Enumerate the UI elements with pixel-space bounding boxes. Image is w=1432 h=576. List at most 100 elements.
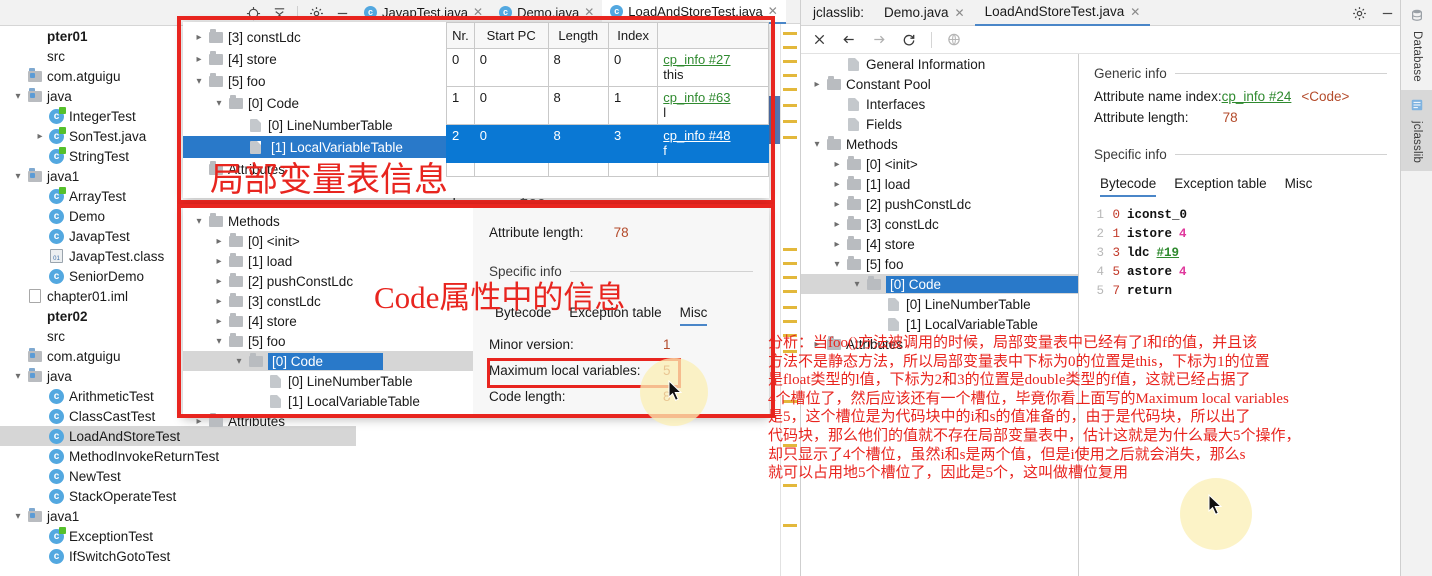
class-icon: c <box>49 189 64 204</box>
tree-expander-icon[interactable]: ▸ <box>829 219 845 230</box>
subtab-bytecode[interactable]: Bytecode <box>1100 176 1156 197</box>
tree-item-label: chapter01.iml <box>47 289 128 304</box>
tree-item-label: LoadAndStoreTest <box>69 429 180 444</box>
tree-expander-icon[interactable]: ▾ <box>829 259 845 270</box>
tree-expander-icon[interactable]: ▸ <box>829 199 845 210</box>
tree-item-label: NewTest <box>69 469 121 484</box>
tree-item--0-init-[interactable]: ▸ [0] <init> <box>801 154 1078 174</box>
tree-item--4-store[interactable]: ▸ [4] store <box>801 234 1078 254</box>
minimize-icon[interactable] <box>1379 5 1395 21</box>
tree-expander-icon[interactable]: ▸ <box>829 159 845 170</box>
tree-item-label: [0] Code <box>886 276 1079 293</box>
attribute-name-index-value: <Code> <box>1301 89 1349 104</box>
folder-icon <box>847 239 861 250</box>
editor-error-stripe[interactable] <box>780 24 800 576</box>
tree-item-methods[interactable]: ▾Methods <box>801 134 1078 154</box>
tree-item-label: StackOperateTest <box>69 489 176 504</box>
tree-item-label: JavapTest <box>69 229 130 244</box>
mouse-cursor <box>668 380 684 402</box>
sidebar-item-java1[interactable]: ▾java1 <box>0 506 356 526</box>
jclasslib-tab-demo-java[interactable]: Demo.java ✕ <box>874 0 975 26</box>
tree-item--3-constldc[interactable]: ▸[3] constLdc <box>801 214 1078 234</box>
attribute-name-index-link[interactable]: cp_info #24 <box>1222 89 1292 104</box>
jclasslib-tab-bar[interactable]: jclasslib: Demo.java✕LoadAndStoreTest.ja… <box>801 0 1401 26</box>
right-tool-window-bar: Database jclasslib <box>1400 0 1432 576</box>
bytecode-cp-ref[interactable]: #19 <box>1157 246 1180 260</box>
package-icon <box>28 351 42 362</box>
tree-item-label: SonTest.java <box>69 129 146 144</box>
tree-item-constant-pool[interactable]: ▸ Constant Pool <box>801 74 1078 94</box>
jclasslib-toolbar[interactable] <box>801 26 1401 54</box>
tree-expander-icon[interactable]: ▸ <box>32 131 48 142</box>
tree-item-label: Constant Pool <box>846 77 931 92</box>
tree-expander-icon[interactable]: ▾ <box>10 371 26 382</box>
tree-item-label: java <box>47 89 72 104</box>
subtab-misc[interactable]: Misc <box>1285 176 1313 197</box>
tree-expander-icon[interactable]: ▸ <box>829 179 845 190</box>
tool-tab-jclasslib[interactable]: jclasslib <box>1401 90 1432 171</box>
jclasslib-tree[interactable]: General Information ▸ Constant Pool Interfa… <box>801 54 1079 576</box>
tree-item-label: pter01 <box>47 29 88 44</box>
specific-info-subtabs[interactable]: Bytecode Exception table Misc <box>1094 176 1387 197</box>
tree-item-label: src <box>47 49 65 64</box>
annotation-line: 却只显示了4个槽位，虽然i和s是两个值，但是i使用之后就会消失，那么s <box>768 446 1432 465</box>
annotation-line: 代码块，那么他们的值就不存在局部变量表中，估计这就是为什么最大5个操作， <box>768 427 1432 446</box>
tree-item-label: pter02 <box>47 309 88 324</box>
generic-info-header: Generic info <box>1094 66 1387 81</box>
subtab-exception-table[interactable]: Exception table <box>1174 176 1266 197</box>
close-icon[interactable] <box>811 32 827 48</box>
tree-item-general-information[interactable]: General Information <box>801 54 1078 74</box>
tree-item--2-pushconstldc[interactable]: ▸[2] pushConstLdc <box>801 194 1078 214</box>
tree-item-label: [4] store <box>866 237 915 252</box>
close-icon[interactable]: ✕ <box>1130 5 1140 19</box>
tree-expander-icon[interactable]: ▾ <box>849 279 865 290</box>
tree-item-label: MethodInvokeReturnTest <box>69 449 219 464</box>
tree-item--1-localvariabletable[interactable]: [1] LocalVariableTable <box>801 314 1078 334</box>
tree-item-fields[interactable]: Fields <box>801 114 1078 134</box>
close-icon[interactable]: ✕ <box>955 6 965 20</box>
toolbar-divider <box>931 32 932 48</box>
tree-item--0-linenumbertable[interactable]: [0] LineNumberTable <box>801 294 1078 314</box>
tree-item-label: SeniorDemo <box>69 269 144 284</box>
tree-expander-icon[interactable]: ▸ <box>809 79 825 90</box>
class-icon: c <box>49 389 64 404</box>
class-icon: c <box>49 429 64 444</box>
class-icon: c <box>49 449 64 464</box>
bytecode-argument: 4 <box>1179 227 1187 241</box>
sidebar-item-methodinvokereturntest[interactable]: c MethodInvokeReturnTest <box>0 446 356 466</box>
tool-tab-database[interactable]: Database <box>1401 0 1432 90</box>
back-arrow-icon[interactable] <box>841 32 857 48</box>
tree-item-label: java1 <box>47 169 79 184</box>
jclasslib-tab-loadandstoretest-java[interactable]: LoadAndStoreTest.java✕ <box>975 0 1151 26</box>
sidebar-item-ifswitchgototest[interactable]: cIfSwitchGotoTest <box>0 546 356 566</box>
sidebar-item-newtest[interactable]: cNewTest <box>0 466 356 486</box>
bytecode-offset: 1 <box>1111 227 1120 241</box>
annotation-line: 是5，这个槽位是为代码块中的i和s的值准备的，由于是代码块，所以出了 <box>768 408 1432 427</box>
tree-expander-icon[interactable]: ▾ <box>10 91 26 102</box>
specific-info-title: Specific info <box>1094 147 1167 162</box>
bytecode-listing[interactable]: 10iconst_021istore433ldc#1945astore457re… <box>1094 205 1387 300</box>
settings-gear-icon[interactable] <box>1351 5 1367 21</box>
tree-expander-icon[interactable]: ▾ <box>809 139 825 150</box>
tree-item--5-foo[interactable]: ▾ [5] foo <box>801 254 1078 274</box>
tree-item-interfaces[interactable]: Interfaces <box>801 94 1078 114</box>
attribute-name-index-row: Attribute name index: cp_info #24 <Code> <box>1094 89 1387 104</box>
sidebar-item-stackoperatetest[interactable]: cStackOperateTest <box>0 486 356 506</box>
reload-icon[interactable] <box>901 32 917 48</box>
tree-expander-icon[interactable]: ▾ <box>10 171 26 182</box>
browse-web-icon[interactable] <box>946 32 962 48</box>
folder-icon <box>847 219 861 230</box>
jclasslib-tab-label: Demo.java <box>884 5 949 20</box>
tree-item-label: [5] foo <box>866 257 904 272</box>
folder-icon <box>847 179 861 190</box>
tree-item-label: [1] load <box>866 177 910 192</box>
tree-item--1-load[interactable]: ▸ [1] load <box>801 174 1078 194</box>
tree-item-label: [0] <init> <box>866 157 918 172</box>
sidebar-item-exceptiontest[interactable]: cExceptionTest <box>0 526 356 546</box>
tree-item--0-code[interactable]: ▾ [0] Code <box>801 274 1078 294</box>
tree-expander-icon[interactable]: ▾ <box>10 511 26 522</box>
forward-arrow-icon[interactable] <box>871 32 887 48</box>
tree-item-label: [0] LineNumberTable <box>906 297 1031 312</box>
generic-info-title: Generic info <box>1094 66 1167 81</box>
tree-expander-icon[interactable]: ▸ <box>829 239 845 250</box>
